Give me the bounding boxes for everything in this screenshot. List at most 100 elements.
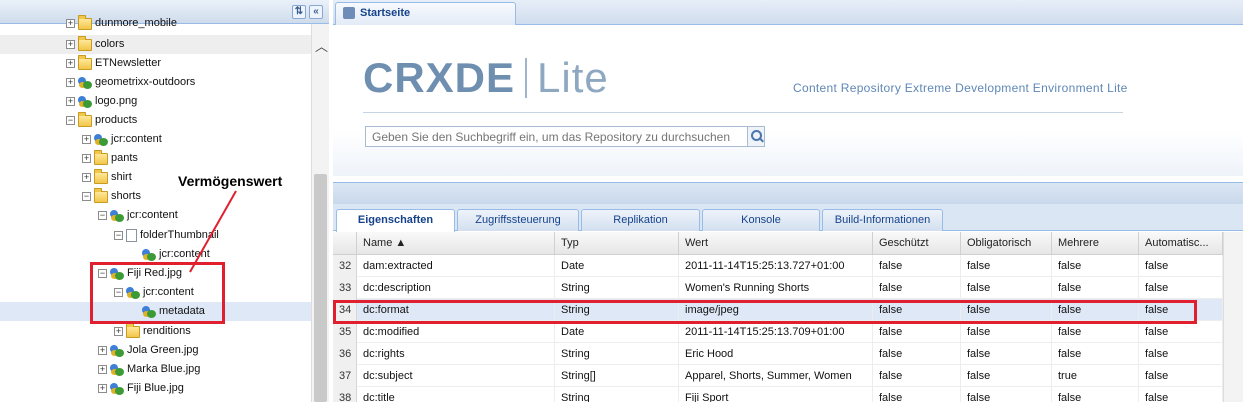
expand-node-icon[interactable]: + (66, 97, 75, 106)
grid-cell: 38 (333, 387, 357, 402)
node-icon (110, 382, 124, 395)
tree-node-label: products (95, 114, 138, 126)
column-header[interactable]: Geschützt (873, 232, 961, 254)
tree-sync-icon[interactable]: ⇅ (292, 5, 306, 19)
grid-cell: Apparel, Shorts, Summer, Women (679, 365, 873, 387)
tree-node-row[interactable]: + Jola Green.jpg (98, 341, 199, 360)
tree-node-label: pants (111, 152, 138, 164)
column-header[interactable]: Obligatorisch (961, 232, 1052, 254)
tab-eigenschaften[interactable]: Eigenschaften (336, 209, 455, 232)
table-row[interactable]: 38 dc:title String Fiji Sport false false fals… (333, 387, 1223, 402)
table-row[interactable]: 35 dc:modified Date 2011-11-14T15:25:13.709… (333, 321, 1223, 343)
tree-node-label: colors (95, 38, 125, 50)
grid-cell: 33 (333, 277, 357, 299)
expand-node-icon[interactable]: + (114, 327, 123, 336)
expand-node-icon[interactable]: + (82, 135, 91, 144)
tree-node-row[interactable]: + shirt (82, 168, 132, 187)
node-icon (94, 133, 108, 146)
expand-node-icon[interactable]: + (66, 19, 75, 28)
tab-build-informationen[interactable]: Build-Informationen (822, 209, 943, 231)
column-header[interactable]: Mehrere (1052, 232, 1139, 254)
collapse-node-icon[interactable]: − (66, 116, 75, 125)
search-icon[interactable] (747, 126, 765, 147)
grid-cell: Women's Running Shorts (679, 277, 873, 299)
tree-node-row[interactable]: + Fiji Blue.jpg (98, 379, 184, 398)
column-header[interactable]: Name ▲ (357, 232, 555, 254)
tab-startseite[interactable]: Startseite (335, 2, 516, 25)
node-icon (110, 209, 124, 222)
tree-node-row[interactable]: + renditions (114, 322, 191, 341)
tree-node-row[interactable]: + geometrixx-outdoors (66, 73, 195, 92)
grid-cell: 36 (333, 343, 357, 365)
tree-node-row[interactable]: + pants (82, 149, 138, 168)
tree-node-row[interactable]: − products (66, 111, 137, 130)
tree-node-row[interactable]: + colors (0, 35, 311, 54)
grid-cell: Eric Hood (679, 343, 873, 365)
column-header[interactable] (333, 232, 357, 254)
grid-cell: dc:subject (357, 365, 555, 387)
tree-node-row[interactable]: − shorts (82, 187, 141, 206)
expand-node-icon[interactable]: + (82, 154, 91, 163)
grid-scrollbar[interactable] (1223, 232, 1243, 402)
grid-cell: 32 (333, 255, 357, 277)
tree-node-label: jcr:content (111, 133, 162, 145)
expand-node-icon[interactable]: + (98, 346, 107, 355)
grid-cell: String (555, 343, 679, 365)
table-row[interactable]: 36 dc:rights String Eric Hood false false fals… (333, 343, 1223, 365)
grid-cell: false (1139, 277, 1223, 299)
annotation-highlight-row (333, 300, 1197, 324)
tab-replikation[interactable]: Replikation (581, 209, 700, 231)
node-icon (142, 248, 156, 261)
tab-konsole[interactable]: Konsole (702, 209, 820, 231)
tree-scrollbar[interactable]: ︿ (311, 24, 329, 402)
collapse-node-icon[interactable]: − (98, 211, 107, 220)
main-tabbar: Startseite (333, 0, 1243, 25)
tree-node-row[interactable]: − folderThumbnail (114, 226, 219, 245)
grid-cell: String (555, 277, 679, 299)
tree-node-label: shorts (111, 190, 141, 202)
collapse-node-icon[interactable]: − (82, 192, 91, 201)
tree-node-label: geometrixx-outdoors (95, 76, 196, 88)
grid-cell: dc:description (357, 277, 555, 299)
expand-node-icon[interactable]: + (98, 365, 107, 374)
tree-node-row[interactable]: + Marka Blue.jpg (98, 360, 200, 379)
grid-cell: false (1052, 343, 1139, 365)
column-header[interactable]: Automatisc... (1139, 232, 1223, 254)
grid-header-row: Name ▲ Typ Wert Geschützt Obligatorisch Mehre… (333, 232, 1223, 255)
node-icon (110, 344, 124, 357)
grid-cell: false (1052, 277, 1139, 299)
expand-node-icon[interactable]: + (66, 59, 75, 68)
properties-tabbar: Eigenschaften Zugriffssteuerung Replikat… (333, 204, 1243, 232)
grid-cell: false (1139, 365, 1223, 387)
scroll-thumb[interactable] (314, 174, 327, 402)
folder-icon (94, 187, 108, 203)
grid-cell: dc:rights (357, 343, 555, 365)
table-row[interactable]: 33 dc:description String Women's Running Sh… (333, 277, 1223, 299)
table-row[interactable]: 32 dam:extracted Date 2011-11-14T15:25:13.7… (333, 255, 1223, 277)
main-panel: Startseite CRXDE Lite Content Repository … (333, 0, 1243, 402)
collapse-panel-icon[interactable]: « (309, 5, 323, 19)
table-row[interactable]: 37 dc:subject String[] Apparel, Shorts, Sum… (333, 365, 1223, 387)
tree-node-row[interactable]: + ETNewsletter (66, 54, 161, 73)
expand-node-icon[interactable]: + (82, 173, 91, 182)
tab-zugriffssteuerung[interactable]: Zugriffssteuerung (457, 209, 579, 231)
scroll-up-icon[interactable]: ︿ (315, 36, 328, 55)
tree-node-row[interactable]: − jcr:content (98, 206, 178, 225)
repository-search-input[interactable] (365, 126, 749, 147)
expand-node-icon[interactable]: + (66, 40, 75, 49)
grid-cell: dc:modified (357, 321, 555, 343)
grid-cell: false (873, 321, 961, 343)
tree-node-row[interactable]: + dunmore_mobile (66, 14, 177, 33)
grid-cell: 37 (333, 365, 357, 387)
column-header[interactable]: Typ (555, 232, 679, 254)
tree-node-row[interactable]: + jcr:content (82, 130, 162, 149)
grid-cell: false (1139, 387, 1223, 402)
crxde-logo: CRXDE Lite (363, 54, 609, 102)
column-header[interactable]: Wert (679, 232, 873, 254)
expand-node-icon[interactable]: + (98, 384, 107, 393)
tree-node-row[interactable]: + logo.png (66, 92, 137, 111)
grid-cell: false (961, 277, 1052, 299)
expand-node-icon[interactable]: + (66, 78, 75, 87)
panel-splitter[interactable] (333, 182, 1243, 204)
collapse-node-icon[interactable]: − (114, 231, 123, 240)
